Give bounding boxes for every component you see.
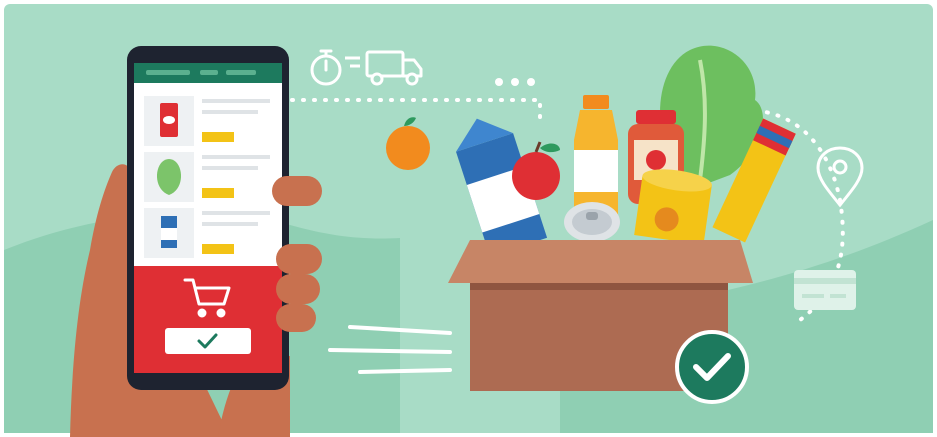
- price-tag: [202, 244, 234, 254]
- price-tag: [202, 132, 234, 142]
- order-confirmed-badge: [675, 330, 749, 404]
- cart-panel: [134, 266, 282, 373]
- grocery-delivery-illustration: [0, 0, 937, 437]
- credit-card-icon: [794, 270, 856, 310]
- canned-food: [634, 169, 712, 245]
- tin-can: [564, 202, 620, 242]
- illustration-canvas: [0, 0, 937, 437]
- route-dot: [511, 78, 519, 86]
- price-tag: [202, 188, 234, 198]
- route-dot: [495, 78, 503, 86]
- smartphone: [127, 46, 289, 390]
- route-dot: [527, 78, 535, 86]
- checkout-confirm-button[interactable]: [165, 328, 251, 354]
